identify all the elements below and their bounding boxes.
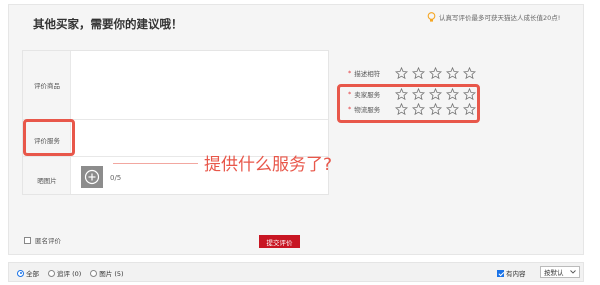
- filter-label: 追评 (0): [57, 270, 82, 278]
- chevron-down-icon: [570, 270, 576, 274]
- star-outline-icon[interactable]: [412, 67, 426, 79]
- add-photo-button[interactable]: [81, 166, 103, 188]
- rating-row-description: * 描述相符: [348, 66, 477, 80]
- annotation-line: [113, 163, 198, 164]
- star-outline-icon[interactable]: [429, 67, 443, 79]
- star-outline-icon[interactable]: [395, 67, 409, 79]
- review-heading: 其他买家，需要你的建议哦！: [33, 17, 183, 31]
- sort-select[interactable]: 按默认: [540, 266, 580, 278]
- annotation-text: 提供什么服务了?: [204, 155, 333, 175]
- service-label-highlight: [23, 119, 75, 156]
- star-outline-icon[interactable]: [446, 67, 460, 79]
- filter-all[interactable]: 全部: [17, 268, 39, 278]
- filter-radio[interactable]: [48, 269, 55, 277]
- tip-banner: 认真写评价最多可获天猫达人成长值20点!: [427, 10, 560, 24]
- star-rating: [395, 67, 477, 79]
- tip-text: 认真写评价最多可获天猫达人成长值20点!: [439, 14, 561, 22]
- filter-radio[interactable]: [17, 269, 24, 277]
- ratings-highlight: [337, 84, 480, 123]
- has-content-option[interactable]: 有内容: [497, 268, 526, 278]
- filter-label: 全部: [26, 270, 39, 278]
- star-outline-icon[interactable]: [463, 67, 477, 79]
- lightbulb-icon: [427, 11, 436, 23]
- filter-label: 图片 (5): [99, 270, 124, 278]
- filter-images[interactable]: 图片 (5): [90, 268, 124, 278]
- photo-label: 晒图片: [37, 177, 57, 185]
- product-review-label: 评价商品: [34, 82, 60, 90]
- review-page: 其他买家，需要你的建议哦！ 认真写评价最多可获天猫达人成长值20点! 评价商品 …: [0, 0, 600, 285]
- filter-radio[interactable]: [90, 269, 98, 277]
- required-mark: *: [348, 69, 352, 77]
- filter-followup[interactable]: 追评 (0): [48, 268, 81, 278]
- has-content-label: 有内容: [506, 270, 526, 278]
- submit-review-button[interactable]: 提交评价: [259, 235, 300, 248]
- anonymous-option[interactable]: 匿名评价: [24, 235, 61, 245]
- plus-circle-icon: [84, 169, 100, 185]
- anonymous-label: 匿名评价: [35, 237, 61, 245]
- photo-count: 0/5: [110, 174, 122, 182]
- filter-options: 全部 追评 (0) 图片 (5): [17, 268, 124, 278]
- has-content-checkbox[interactable]: [497, 269, 504, 277]
- anonymous-checkbox[interactable]: [24, 236, 31, 244]
- sort-value: 按默认: [544, 269, 564, 277]
- filter-bar: 全部 追评 (0) 图片 (5) 有内容 按默认: [8, 262, 584, 282]
- rating-label: 描述相符: [354, 70, 381, 78]
